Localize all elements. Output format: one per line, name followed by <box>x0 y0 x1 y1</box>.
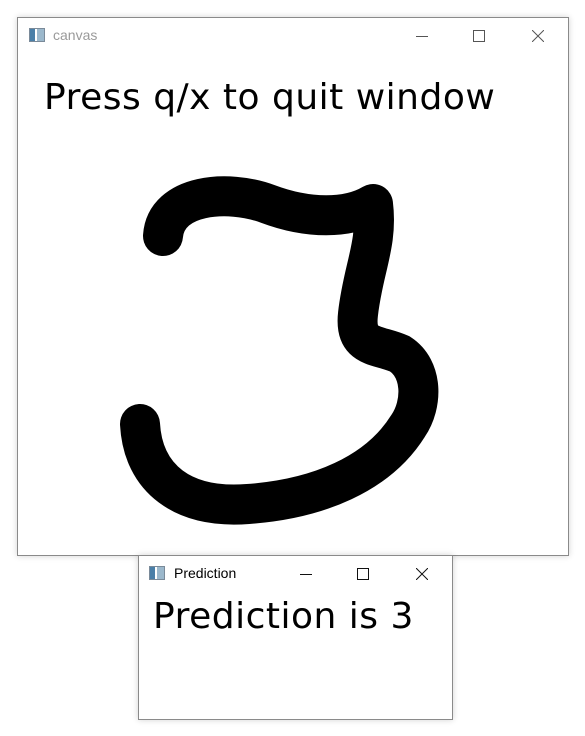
drawing-canvas[interactable]: Press q/x to quit window <box>18 54 568 555</box>
prediction-window-title: Prediction <box>174 565 237 581</box>
canvas-titlebar[interactable]: canvas <box>18 18 568 54</box>
prediction-window: Prediction Prediction is 3 <box>138 555 453 720</box>
prediction-result-text: Prediction is 3 <box>153 596 414 637</box>
canvas-window: canvas Press q/x to quit window <box>17 17 569 556</box>
minimize-icon <box>300 574 312 575</box>
canvas-window-title: canvas <box>53 27 98 43</box>
maximize-icon <box>473 30 485 42</box>
minimize-button[interactable] <box>402 18 442 54</box>
handwritten-digit-3 <box>120 176 439 525</box>
minimize-icon <box>416 36 428 37</box>
maximize-icon <box>357 568 369 580</box>
prediction-titlebar[interactable]: Prediction <box>139 556 452 592</box>
close-button[interactable] <box>518 18 558 54</box>
close-button[interactable] <box>402 556 442 592</box>
maximize-button[interactable] <box>343 556 383 592</box>
maximize-button[interactable] <box>459 18 499 54</box>
close-icon <box>532 30 544 42</box>
app-icon <box>149 566 165 580</box>
app-icon <box>29 28 45 42</box>
minimize-button[interactable] <box>286 556 326 592</box>
close-icon <box>416 568 428 580</box>
